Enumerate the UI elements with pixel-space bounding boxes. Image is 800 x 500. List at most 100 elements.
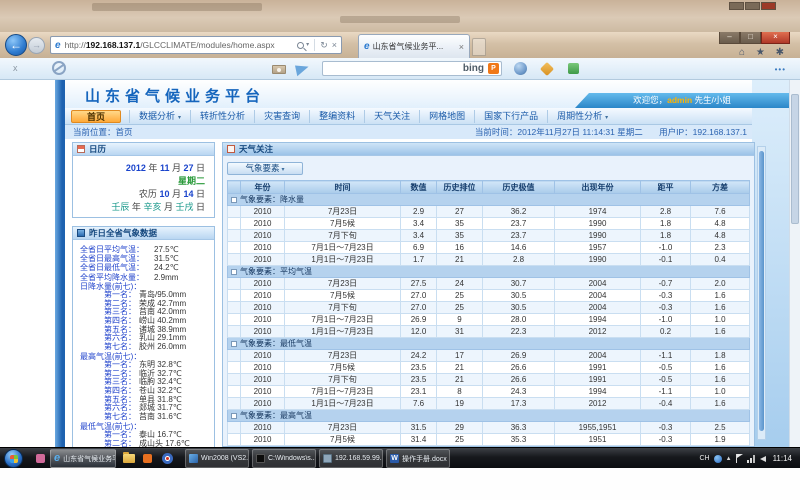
weather-stat: 全省日最低气温：24.2℃: [80, 263, 214, 272]
media-player-icon[interactable]: [162, 453, 173, 464]
word-icon: W: [390, 454, 399, 463]
taskbar-window-button-0[interactable]: Win2008 (VS2...: [185, 449, 249, 468]
browser-scrollbar[interactable]: [789, 80, 800, 447]
new-tab-button[interactable]: [472, 38, 486, 56]
table-cell: -0.7: [641, 278, 691, 290]
stop-icon[interactable]: ×: [332, 37, 337, 53]
panel-scrollbar-thumb[interactable]: [759, 151, 764, 431]
menu-item-7[interactable]: 国家下行产品: [474, 110, 547, 123]
table-cell: 21: [437, 362, 483, 374]
group-checkbox[interactable]: [231, 413, 237, 419]
table-row: 20101月1日～7月23日1.7212.81990-0.10.4: [228, 254, 750, 266]
search-provider-icon[interactable]: P: [488, 63, 499, 74]
table-cell: -1.0: [641, 242, 691, 254]
table-row: 20101月1日～7月23日12.03122.320120.21.6: [228, 326, 750, 338]
table-cell: 27.0: [401, 290, 437, 302]
group-checkbox[interactable]: [231, 197, 237, 203]
toolbar-close-icon[interactable]: x: [13, 63, 18, 73]
table-cell: 4.8: [691, 230, 750, 242]
browser-scrollbar-thumb[interactable]: [791, 94, 799, 224]
toolbar-addon-icon[interactable]: [568, 63, 579, 74]
network-icon[interactable]: [747, 455, 756, 463]
toolbar-search-input[interactable]: bing P: [322, 61, 502, 76]
favorites-star-icon[interactable]: ★: [756, 47, 765, 58]
group-checkbox[interactable]: [231, 341, 237, 347]
window-controls: – □ ×: [719, 32, 790, 44]
group-row[interactable]: 气象要素：最高气温: [228, 410, 750, 422]
menu-item-5[interactable]: 天气关注: [364, 110, 419, 123]
table-cell: 9: [437, 314, 483, 326]
tab-close-icon[interactable]: ×: [459, 42, 464, 52]
table-cell: 28.0: [483, 314, 555, 326]
maximize-button[interactable]: □: [740, 32, 761, 44]
menu-item-8[interactable]: 周期性分析▾: [547, 110, 617, 123]
search-icon[interactable]: [297, 42, 304, 49]
explorer-folder-icon[interactable]: [123, 454, 135, 463]
home-icon[interactable]: ⌂: [739, 47, 745, 58]
back-button[interactable]: ←: [5, 34, 27, 56]
taskbar-window-button-1[interactable]: C:\Windows\s...: [252, 449, 316, 468]
ime-globe-icon[interactable]: [714, 455, 722, 463]
menu-item-3[interactable]: 灾害查询: [254, 110, 309, 123]
background-window-controls: [728, 2, 776, 10]
toolbar-globe-icon[interactable]: [514, 62, 527, 75]
table-cell: 1月1日～7月23日: [285, 326, 401, 338]
table-cell: 7月1日～7月23日: [285, 386, 401, 398]
group-row[interactable]: 气象要素：平均气温: [228, 266, 750, 278]
menu-item-label: 数据分析: [139, 111, 175, 121]
table-cell: 36.3: [483, 422, 555, 434]
menu-item-6[interactable]: 网格地图: [419, 110, 474, 123]
table-cell: -0.3: [641, 290, 691, 302]
table-cell: 2.0: [691, 278, 750, 290]
taskbar-clock[interactable]: 11:14: [773, 454, 792, 463]
table-cell: 27.0: [401, 302, 437, 314]
table-cell: 12.0: [401, 326, 437, 338]
table-cell: 1月1日～7月23日: [285, 254, 401, 266]
language-indicator[interactable]: CH: [699, 455, 709, 462]
menu-item-4[interactable]: 整编资料: [309, 110, 364, 123]
taskbar-ie-button[interactable]: e 山东省气候业务平...: [50, 449, 116, 468]
action-center-flag-icon[interactable]: [736, 454, 743, 463]
table-cell: 7月下旬: [285, 302, 401, 314]
block-icon[interactable]: [52, 61, 66, 75]
start-button[interactable]: [4, 449, 23, 468]
snapshot-icon[interactable]: [272, 65, 286, 74]
table-cell: 7月23日: [285, 206, 401, 218]
taskbar-window-button-2[interactable]: 192.168.59.99...: [319, 449, 383, 468]
group-row[interactable]: 气象要素：最低气温: [228, 338, 750, 350]
panel-scrollbar[interactable]: [757, 146, 766, 440]
table-cell: 2010: [241, 254, 285, 266]
table-cell: 1955,1951: [555, 422, 641, 434]
table-cell: 23.7: [483, 230, 555, 242]
close-button[interactable]: ×: [761, 32, 790, 44]
tray-expand-icon[interactable]: ▲: [726, 456, 732, 462]
taskbar-window-button-3[interactable]: W操作手册.docx ...: [386, 449, 450, 468]
menu-item-2[interactable]: 转折性分析: [190, 110, 254, 123]
table-cell: 1994: [555, 386, 641, 398]
weather-watch-table: 年份时间数值历史排位历史极值出现年份距平方差 气象要素：降水量20107月23日…: [227, 180, 750, 447]
group-label: 气象要素：最低气温: [240, 339, 312, 348]
bottom-margin: [0, 468, 800, 500]
toolbar-gem-icon[interactable]: [540, 62, 554, 76]
tools-gear-icon[interactable]: ✱: [776, 47, 784, 58]
group-checkbox[interactable]: [231, 269, 237, 275]
table-corner-cell: [228, 181, 241, 194]
bg-close-button: [761, 2, 776, 10]
table-cell: 7月5候: [285, 290, 401, 302]
table-row: 20107月1日～7月23日26.9928.01994-1.01.0: [228, 314, 750, 326]
browser-tab[interactable]: e 山东省气候业务平... ×: [358, 34, 470, 58]
toolbar-overflow-icon[interactable]: •••: [775, 65, 786, 74]
refresh-icon[interactable]: ↻: [320, 37, 328, 53]
quicklaunch-app-icon[interactable]: [36, 454, 45, 463]
forward-button[interactable]: →: [28, 37, 45, 54]
menu-item-0[interactable]: 首页: [71, 110, 121, 123]
group-row[interactable]: 气象要素：降水量: [228, 194, 750, 206]
address-bar[interactable]: ehttp://192.168.137.1/GLCCLIMATE/modules…: [50, 36, 342, 54]
menu-item-1[interactable]: 数据分析▾: [129, 110, 190, 123]
element-filter-button[interactable]: 气象要素▾: [227, 162, 303, 175]
taskbar-app-icon[interactable]: [143, 454, 152, 463]
volume-icon[interactable]: [760, 456, 766, 462]
background-window-title: [92, 3, 262, 11]
minimize-button[interactable]: –: [719, 32, 740, 44]
send-plane-icon[interactable]: [295, 63, 310, 76]
